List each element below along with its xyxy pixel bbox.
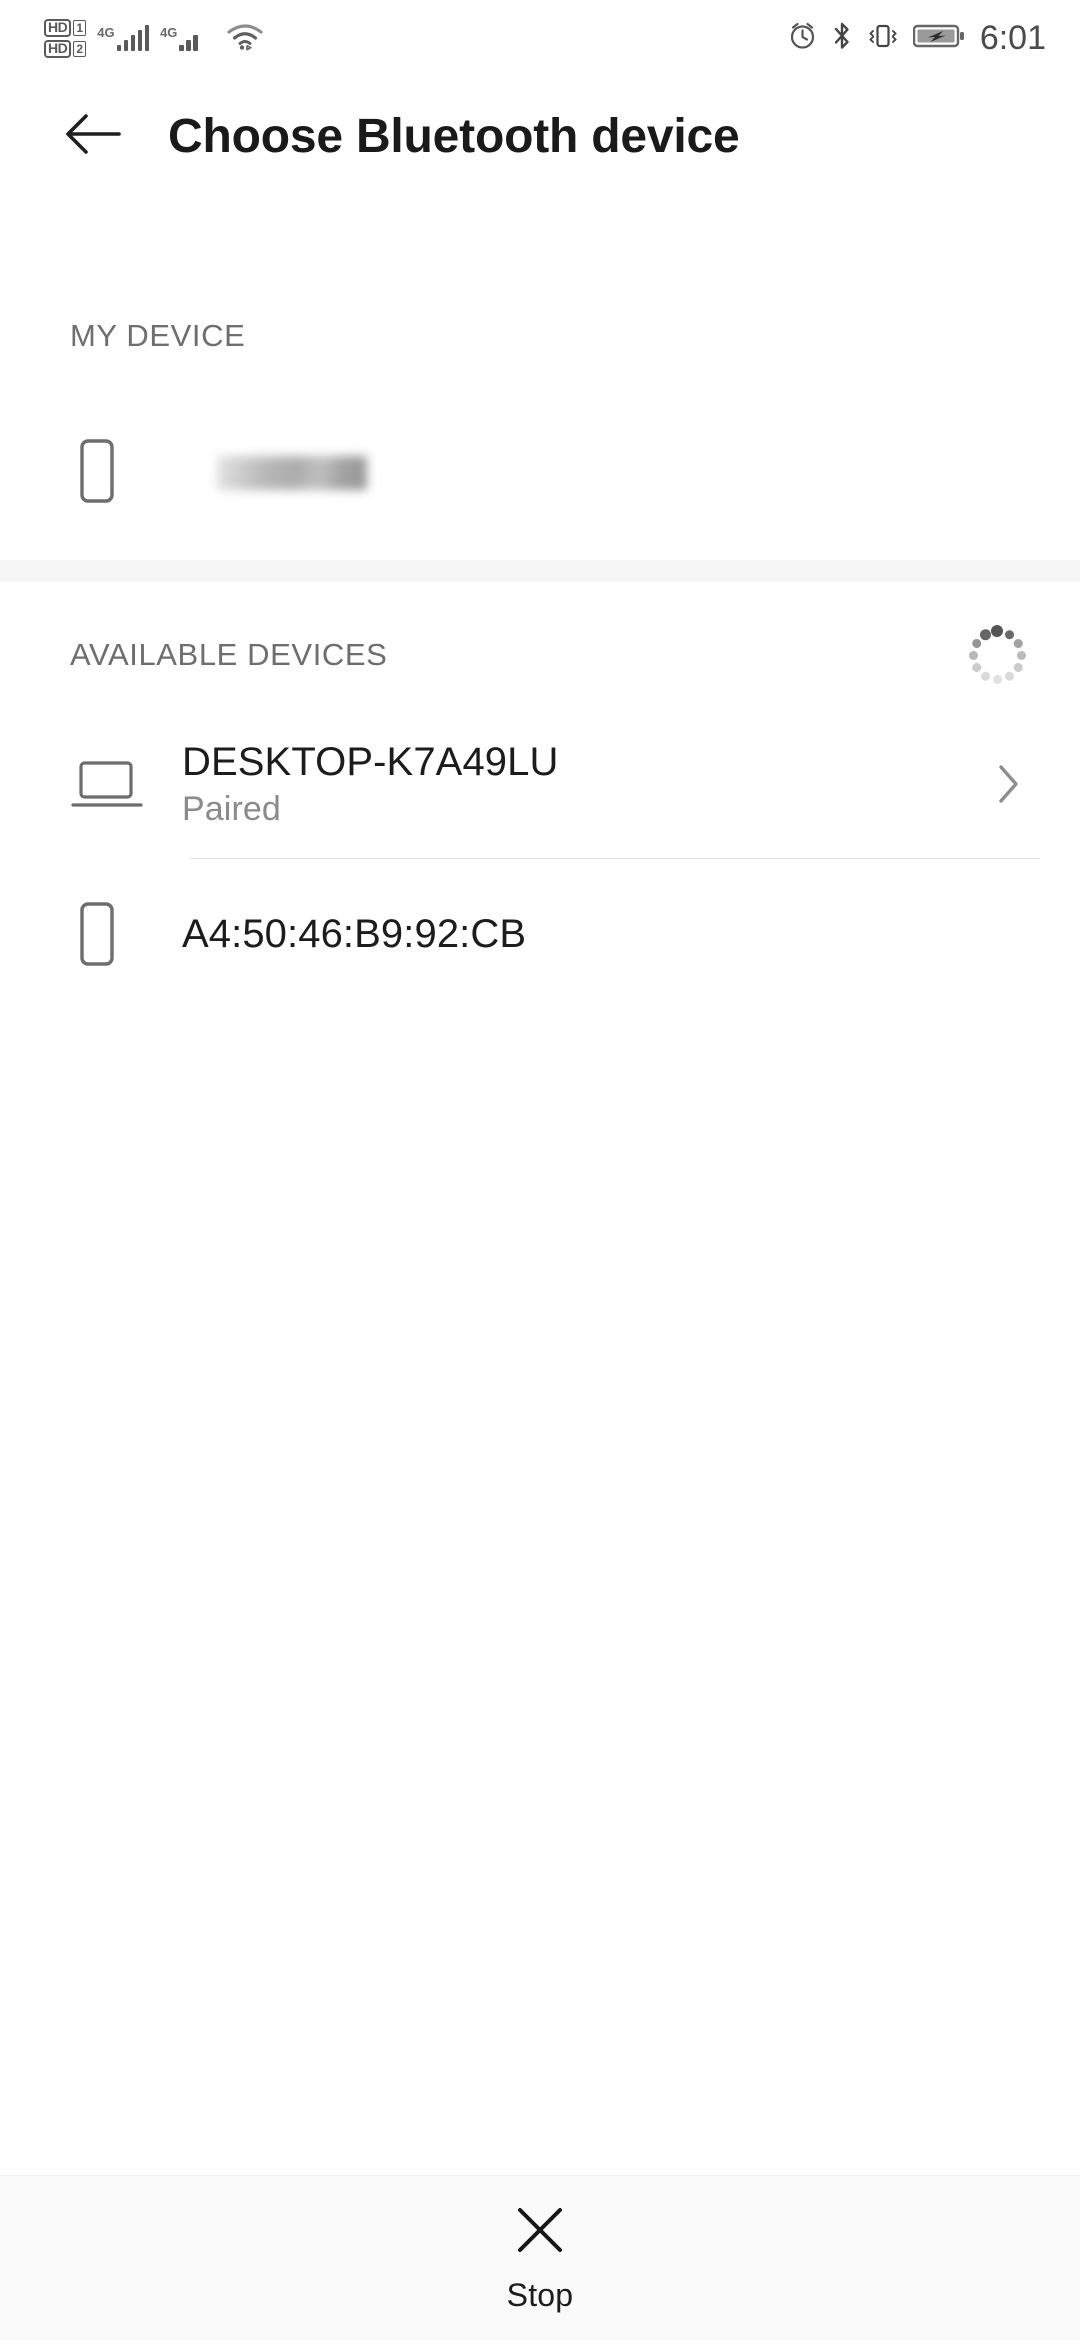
arrow-left-icon bbox=[64, 112, 122, 161]
list-divider bbox=[190, 858, 1040, 859]
dual-sim-hd-indicator: HD 1 HD 2 bbox=[44, 18, 87, 58]
phone-screen: HD 1 HD 2 4G 4G 6:01 Choose Bluetooth de… bbox=[0, 0, 1080, 2340]
stop-button-label: Stop bbox=[506, 2277, 574, 2313]
status-bar-left: HD 1 HD 2 4G 4G bbox=[44, 18, 265, 58]
device-status: Paired bbox=[182, 790, 281, 829]
page-title: Choose Bluetooth device bbox=[168, 109, 740, 163]
section-separator-band bbox=[0, 560, 1080, 582]
signal-group-sim2: 4G bbox=[160, 25, 212, 51]
alarm-clock-icon bbox=[787, 20, 818, 56]
device-name: DESKTOP-K7A49LU bbox=[182, 739, 559, 784]
sim1-hd-row: HD 1 bbox=[44, 18, 87, 37]
status-bar-clock: 6:01 bbox=[979, 18, 1046, 57]
signal-strength-icon-sim1 bbox=[116, 25, 150, 51]
section-header-available-devices: AVAILABLE DEVICES bbox=[0, 610, 1080, 700]
sim2-hd-row: HD 2 bbox=[44, 39, 87, 58]
device-name: A4:50:46:B9:92:CB bbox=[182, 911, 527, 956]
device-info-desktop: DESKTOP-K7A49LU Paired bbox=[182, 740, 988, 829]
vibrate-icon bbox=[866, 20, 900, 57]
status-bar-right: 6:01 bbox=[787, 19, 1046, 58]
back-button[interactable] bbox=[62, 105, 124, 167]
hd-volte-icon-sim1: HD bbox=[44, 18, 72, 37]
chevron-right-icon[interactable] bbox=[988, 759, 1028, 809]
section-header-available-devices-label: AVAILABLE DEVICES bbox=[70, 637, 388, 672]
device-info-mac: A4:50:46:B9:92:CB bbox=[182, 912, 1028, 957]
battery-charging-icon bbox=[912, 22, 965, 55]
loading-spinner-icon bbox=[966, 624, 1028, 686]
sim2-index-icon: 2 bbox=[73, 40, 87, 57]
wifi-icon bbox=[225, 21, 265, 56]
device-list-item-mac-address[interactable]: A4:50:46:B9:92:CB bbox=[0, 876, 1080, 992]
hd-volte-icon-sim2: HD bbox=[44, 39, 72, 58]
close-x-icon bbox=[512, 2202, 568, 2263]
status-bar: HD 1 HD 2 4G 4G 6:01 bbox=[0, 0, 1080, 76]
network-type-label-sim1: 4G bbox=[97, 25, 115, 40]
my-device-row[interactable] bbox=[0, 418, 1080, 528]
signal-strength-icon-sim2 bbox=[179, 25, 212, 51]
device-list-item-desktop[interactable]: DESKTOP-K7A49LU Paired bbox=[0, 716, 1080, 852]
signal-group-sim1: 4G bbox=[97, 25, 150, 51]
app-bar: Choose Bluetooth device bbox=[0, 76, 1080, 196]
phone-icon bbox=[70, 899, 148, 969]
laptop-icon bbox=[70, 755, 148, 813]
phone-icon bbox=[70, 436, 124, 511]
bluetooth-icon bbox=[831, 20, 853, 57]
sim1-index-icon: 1 bbox=[73, 19, 87, 36]
section-header-my-device: MY DEVICE bbox=[70, 318, 246, 353]
my-device-name-redacted bbox=[217, 456, 367, 490]
stop-scan-button[interactable]: Stop bbox=[0, 2175, 1080, 2340]
network-type-label-sim2: 4G bbox=[160, 25, 178, 40]
